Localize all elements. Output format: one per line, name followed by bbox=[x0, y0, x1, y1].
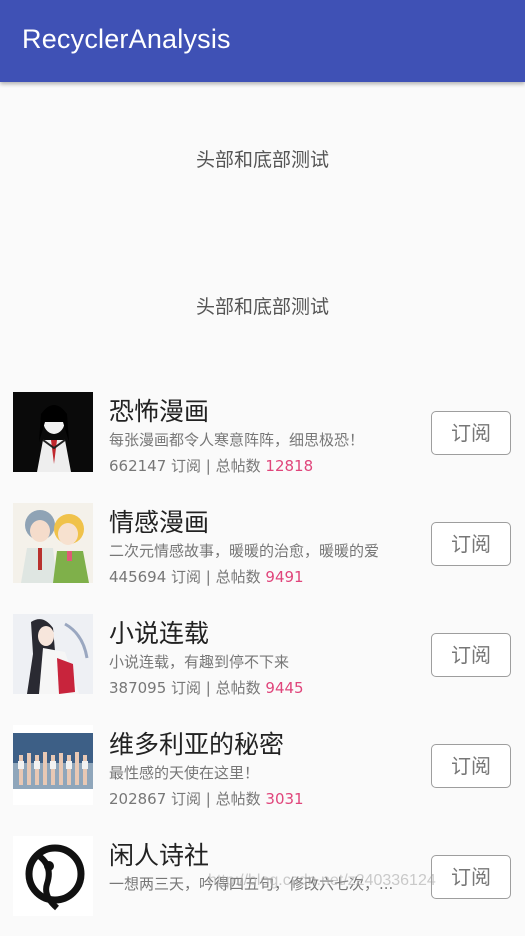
subscribe-button[interactable]: 订阅 bbox=[431, 411, 511, 455]
item-description: 最性感的天使在这里！ bbox=[109, 764, 260, 782]
post-count: 9491 bbox=[265, 568, 304, 586]
subscriber-count: 662147 bbox=[109, 457, 167, 475]
list-item[interactable]: 情感漫画 二次元情感故事，暖暖的治愈，暖暖的爱 445694 订阅 | 总帖数 … bbox=[0, 503, 525, 603]
novel-serial-thumbnail bbox=[13, 614, 93, 694]
subscribe-button[interactable]: 订阅 bbox=[431, 744, 511, 788]
item-stats: 662147 订阅 | 总帖数 12818 bbox=[109, 455, 313, 476]
item-description: 每张漫画都令人寒意阵阵，细思极恐！ bbox=[109, 431, 365, 449]
item-stats: 387095 订阅 | 总帖数 9445 bbox=[109, 677, 304, 698]
item-title: 闲人诗社 bbox=[109, 841, 210, 870]
subscriber-count: 202867 bbox=[109, 790, 167, 808]
app-title: RecyclerAnalysis bbox=[22, 24, 231, 54]
romance-comic-thumbnail bbox=[13, 503, 93, 583]
post-count: 9445 bbox=[265, 679, 304, 697]
fashion-show-thumbnail bbox=[13, 725, 93, 805]
watermark-text: http://blog.csdn.net/z240336124 bbox=[208, 872, 436, 889]
item-title: 维多利亚的秘密 bbox=[109, 730, 285, 759]
list-header: 头部和底部测试 bbox=[195, 149, 329, 171]
item-description: 小说连载，有趣到停不下来 bbox=[109, 653, 290, 671]
item-title: 小说连载 bbox=[109, 619, 210, 648]
poetry-club-thumbnail bbox=[13, 836, 93, 916]
stats-separator: 订阅 | 总帖数 bbox=[166, 568, 266, 586]
horror-comic-thumbnail bbox=[13, 392, 93, 472]
stats-separator: 订阅 | 总帖数 bbox=[166, 679, 266, 697]
stats-separator: 订阅 | 总帖数 bbox=[166, 457, 266, 475]
list-item[interactable]: 恐怖漫画 每张漫画都令人寒意阵阵，细思极恐！ 662147 订阅 | 总帖数 1… bbox=[0, 392, 525, 492]
post-count: 3031 bbox=[265, 790, 304, 808]
subscribe-button[interactable]: 订阅 bbox=[431, 855, 511, 899]
item-title: 恐怖漫画 bbox=[109, 397, 210, 426]
list-item[interactable]: 小说连载 小说连载，有趣到停不下来 387095 订阅 | 总帖数 9445 订… bbox=[0, 614, 525, 714]
item-stats: 202867 订阅 | 总帖数 3031 bbox=[109, 788, 304, 809]
subscriber-count: 445694 bbox=[109, 568, 167, 586]
app-bar: RecyclerAnalysis bbox=[0, 0, 525, 82]
stats-separator: 订阅 | 总帖数 bbox=[166, 790, 266, 808]
item-description: 二次元情感故事，暖暖的治愈，暖暖的爱 bbox=[109, 542, 380, 560]
subscriber-count: 387095 bbox=[109, 679, 167, 697]
item-stats: 445694 订阅 | 总帖数 9491 bbox=[109, 566, 304, 587]
list-header: 头部和底部测试 bbox=[195, 296, 329, 318]
list-item[interactable]: 维多利亚的秘密 最性感的天使在这里！ 202867 订阅 | 总帖数 3031 … bbox=[0, 725, 525, 825]
item-title: 情感漫画 bbox=[109, 508, 210, 537]
subscribe-button[interactable]: 订阅 bbox=[431, 633, 511, 677]
subscribe-button[interactable]: 订阅 bbox=[431, 522, 511, 566]
post-count: 12818 bbox=[265, 457, 314, 475]
